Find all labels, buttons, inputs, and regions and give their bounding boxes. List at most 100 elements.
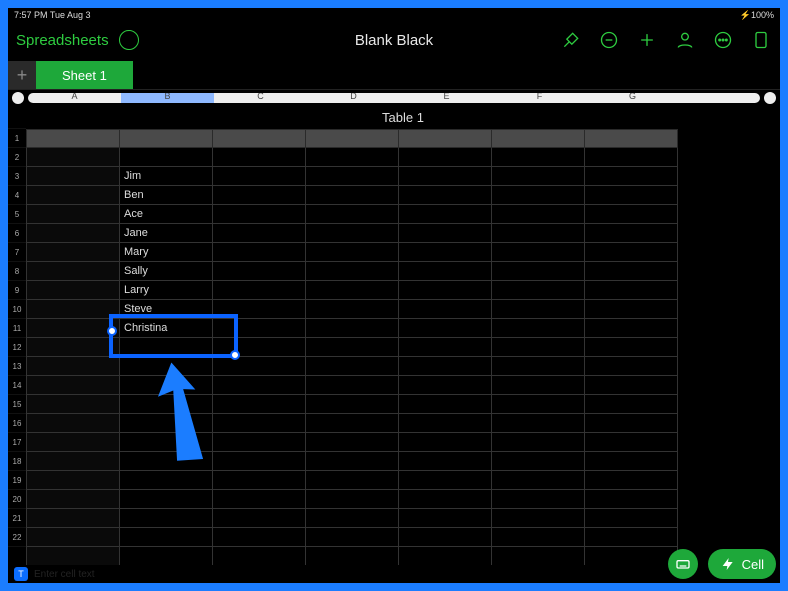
cell-C9[interactable] [213, 300, 306, 319]
cell-A8[interactable] [27, 281, 120, 300]
cell-E9[interactable] [399, 300, 492, 319]
cell-F11[interactable] [492, 338, 585, 357]
undo-icon[interactable] [119, 30, 139, 50]
row-header-16[interactable]: 16 [8, 414, 26, 433]
cell-A3[interactable] [27, 186, 120, 205]
cell-F3[interactable] [492, 186, 585, 205]
row-header-22[interactable]: 22 [8, 528, 26, 547]
cell-F13[interactable] [492, 376, 585, 395]
cell-F9[interactable] [492, 300, 585, 319]
row-header-3[interactable]: 3 [8, 167, 26, 186]
cell-D8[interactable] [306, 281, 399, 300]
cell-E20[interactable] [399, 509, 492, 528]
cell-D19[interactable] [306, 490, 399, 509]
row-header-19[interactable]: 19 [8, 471, 26, 490]
cell-B12[interactable] [120, 357, 213, 376]
cell-E18[interactable] [399, 471, 492, 490]
cell-E4[interactable] [399, 205, 492, 224]
cell-A5[interactable] [27, 224, 120, 243]
cell-F2[interactable] [492, 167, 585, 186]
cell-fab[interactable]: Cell [708, 549, 776, 579]
cell-D22[interactable] [306, 547, 399, 566]
cell-F10[interactable] [492, 319, 585, 338]
cell-A13[interactable] [27, 376, 120, 395]
cell-D15[interactable] [306, 414, 399, 433]
cell-D2[interactable] [306, 167, 399, 186]
cell-A10[interactable] [27, 319, 120, 338]
cell-C5[interactable] [213, 224, 306, 243]
cell-C19[interactable] [213, 490, 306, 509]
cell-F6[interactable] [492, 243, 585, 262]
cell-B15[interactable] [120, 414, 213, 433]
row-header-2[interactable]: 2 [8, 148, 26, 167]
cell-B14[interactable] [120, 395, 213, 414]
col-head-F[interactable] [492, 130, 585, 148]
cell-E10[interactable] [399, 319, 492, 338]
cell-D13[interactable] [306, 376, 399, 395]
ruler-track[interactable]: ABCDEFG [28, 93, 760, 103]
cell-B21[interactable] [120, 528, 213, 547]
cell-E15[interactable] [399, 414, 492, 433]
row-header-12[interactable]: 12 [8, 338, 26, 357]
cell-C17[interactable] [213, 452, 306, 471]
more-icon[interactable] [712, 29, 734, 51]
cell-E12[interactable] [399, 357, 492, 376]
cell-B5[interactable]: Jane [120, 224, 213, 243]
cell-A19[interactable] [27, 490, 120, 509]
cell-F7[interactable] [492, 262, 585, 281]
cell-G20[interactable] [585, 509, 678, 528]
cell-E19[interactable] [399, 490, 492, 509]
cell-G21[interactable] [585, 528, 678, 547]
cell-F8[interactable] [492, 281, 585, 300]
cell-B10[interactable]: Christina [120, 319, 213, 338]
cell-G22[interactable] [585, 547, 678, 566]
cell-C18[interactable] [213, 471, 306, 490]
ruler-left-knob[interactable] [12, 92, 24, 104]
cell-B17[interactable] [120, 452, 213, 471]
sheet-tab-1[interactable]: Sheet 1 [36, 61, 133, 89]
cell-G3[interactable] [585, 186, 678, 205]
cell-C15[interactable] [213, 414, 306, 433]
cell-G10[interactable] [585, 319, 678, 338]
cell-C22[interactable] [213, 547, 306, 566]
cell-F5[interactable] [492, 224, 585, 243]
cell-B13[interactable] [120, 376, 213, 395]
cell-B16[interactable] [120, 433, 213, 452]
cell-D7[interactable] [306, 262, 399, 281]
cell-F17[interactable] [492, 452, 585, 471]
cell-A4[interactable] [27, 205, 120, 224]
cell-E21[interactable] [399, 528, 492, 547]
column-header-B[interactable]: B [121, 93, 214, 101]
cell-B8[interactable]: Larry [120, 281, 213, 300]
cell-E17[interactable] [399, 452, 492, 471]
row-header-13[interactable]: 13 [8, 357, 26, 376]
cell-G17[interactable] [585, 452, 678, 471]
col-head-G[interactable] [585, 130, 678, 148]
column-header-F[interactable]: F [493, 93, 586, 101]
cell-D6[interactable] [306, 243, 399, 262]
row-header-10[interactable]: 10 [8, 300, 26, 319]
row-header-18[interactable]: 18 [8, 452, 26, 471]
ruler-right-knob[interactable] [764, 92, 776, 104]
cell-C12[interactable] [213, 357, 306, 376]
row-header-11[interactable]: 11 [8, 319, 26, 338]
row-header-15[interactable]: 15 [8, 395, 26, 414]
row-header-6[interactable]: 6 [8, 224, 26, 243]
cell-E3[interactable] [399, 186, 492, 205]
cell-E22[interactable] [399, 547, 492, 566]
cell-A16[interactable] [27, 433, 120, 452]
cell-C7[interactable] [213, 262, 306, 281]
cell-D21[interactable] [306, 528, 399, 547]
cell-D3[interactable] [306, 186, 399, 205]
cell-A17[interactable] [27, 452, 120, 471]
text-mode-chip-icon[interactable]: T [14, 567, 28, 581]
cell-G5[interactable] [585, 224, 678, 243]
cell-C10[interactable] [213, 319, 306, 338]
col-head-E[interactable] [399, 130, 492, 148]
cell-A20[interactable] [27, 509, 120, 528]
cell-F15[interactable] [492, 414, 585, 433]
cell-D10[interactable] [306, 319, 399, 338]
cell-F22[interactable] [492, 547, 585, 566]
cell-A6[interactable] [27, 243, 120, 262]
cell-C6[interactable] [213, 243, 306, 262]
